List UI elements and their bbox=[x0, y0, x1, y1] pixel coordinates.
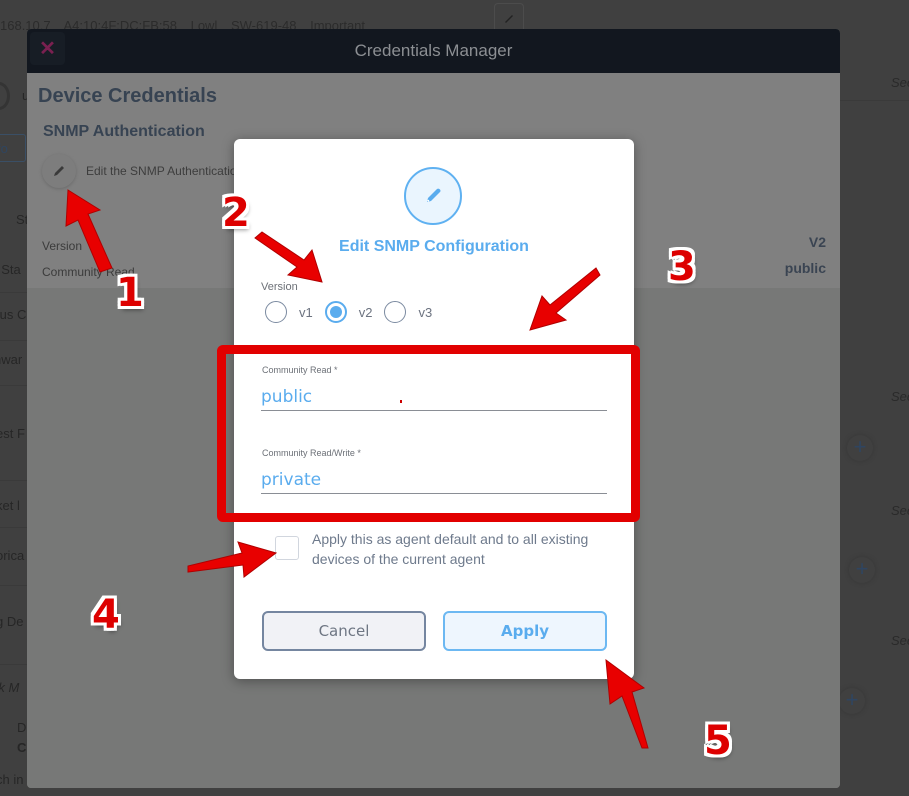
annotation-arrows bbox=[65, 189, 649, 749]
arrow-3 bbox=[529, 267, 601, 331]
step-number-3: 3 bbox=[668, 244, 696, 290]
arrow-4 bbox=[187, 541, 278, 578]
step-number-1: 1 bbox=[116, 270, 144, 316]
arrow-1 bbox=[65, 189, 113, 273]
step-number-5: 5 bbox=[704, 718, 732, 764]
step-number-2: 2 bbox=[222, 190, 250, 236]
arrow-2 bbox=[254, 231, 323, 283]
arrow-5 bbox=[605, 658, 649, 749]
step-number-4: 4 bbox=[92, 592, 120, 638]
